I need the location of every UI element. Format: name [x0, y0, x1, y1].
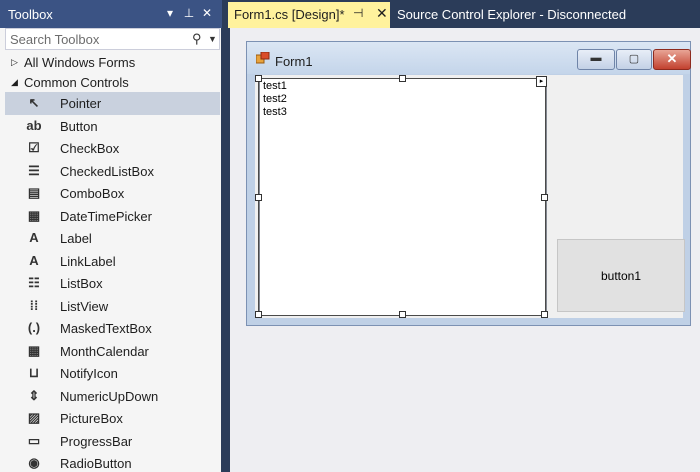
- combobox-icon: ▤: [27, 185, 41, 200]
- close-icon[interactable]: ✕: [199, 5, 215, 22]
- list-item[interactable]: test2: [263, 93, 287, 105]
- toolbox-item-label: MonthCalendar: [60, 343, 149, 359]
- toolbox-item-label: PictureBox: [60, 411, 123, 426]
- designer-surface: Form1 ▬ ▢ ✕ test1 test2 test3 ▸ button1: [230, 28, 700, 472]
- tab-label: Source Control Explorer - Disconnected: [397, 7, 627, 22]
- toolbox-item-label[interactable]: A Label: [0, 227, 222, 250]
- search-input[interactable]: [10, 31, 188, 47]
- category-label: All Windows Forms: [24, 55, 136, 70]
- maximize-button[interactable]: ▢: [616, 49, 652, 70]
- checkbox-icon: ☑: [28, 140, 40, 155]
- toolbox-panel: Toolbox ▾ ⊥ ✕ ⚲ ▼ ▷ All Windows Forms ◢ …: [0, 0, 222, 472]
- month-calendar-icon: ▦: [27, 342, 41, 358]
- toolbox-item-notifyicon[interactable]: ⊔ NotifyIcon: [0, 362, 222, 385]
- listview-icon: ⁞⁞: [29, 297, 39, 313]
- form-app-icon: [256, 52, 270, 64]
- pointer-icon: ↖: [28, 95, 40, 110]
- minimize-icon: ▬: [590, 52, 602, 64]
- toolbox-item-label: NotifyIcon: [60, 366, 118, 381]
- toolbox-title: Toolbox: [8, 7, 53, 22]
- label-icon: A: [29, 230, 39, 245]
- form-title: Form1: [275, 54, 313, 69]
- list-item[interactable]: test3: [263, 106, 287, 118]
- toolbox-item-button[interactable]: ab Button: [0, 115, 222, 138]
- document-tab-bar: Form1.cs [Design]* ⊣ ✕ Source Control Ex…: [222, 0, 700, 28]
- toolbox-item-label: CheckedListBox: [60, 163, 154, 179]
- category-all-windows-forms[interactable]: ▷ All Windows Forms: [0, 53, 222, 73]
- collapse-arrow-icon[interactable]: ◢: [11, 77, 18, 88]
- toolbox-item-pointer[interactable]: ↖ Pointer: [5, 92, 220, 115]
- toolbox-item-listbox[interactable]: ☷ ListBox: [0, 272, 222, 295]
- toolbox-item-datetimepicker[interactable]: ▦ DateTimePicker: [0, 205, 222, 228]
- toolbox-item-numericupdown[interactable]: ⇕ NumericUpDown: [0, 385, 222, 408]
- toolbox-item-listview[interactable]: ⁞⁞ ListView: [0, 295, 222, 318]
- toolbox-item-label: NumericUpDown: [60, 388, 159, 404]
- pin-icon[interactable]: ⊥: [181, 5, 197, 22]
- toolbox-item-label: Label: [60, 231, 92, 246]
- link-label-icon: A: [29, 252, 39, 268]
- radio-icon: ◉: [28, 455, 40, 470]
- toolbox-item-maskedtextbox[interactable]: (.) MaskedTextBox: [0, 317, 222, 340]
- category-label: Common Controls: [24, 75, 129, 90]
- toolbox-item-label: Button: [60, 118, 98, 134]
- dropdown-icon[interactable]: ▾: [162, 5, 178, 22]
- toolbox-item-label: DateTimePicker: [60, 208, 152, 224]
- picture-icon: ▨: [27, 410, 41, 425]
- masked-text-icon: (.): [27, 320, 41, 335]
- tab-form1-design[interactable]: Form1.cs [Design]* ⊣ ✕: [228, 2, 390, 28]
- toolbox-item-label: ListView: [60, 298, 109, 314]
- toolbox-item-combobox[interactable]: ▤ ComboBox: [0, 182, 222, 205]
- form-title-bar[interactable]: Form1 ▬ ▢ ✕: [247, 42, 691, 74]
- calendar-icon: ▦: [27, 207, 41, 223]
- toolbox-item-checkbox[interactable]: ☑ CheckBox: [0, 137, 222, 160]
- toolbox-header: Toolbox ▾ ⊥ ✕: [0, 0, 222, 28]
- listbox1[interactable]: test1 test2 test3: [259, 78, 547, 316]
- chevron-down-icon[interactable]: ▼: [208, 29, 217, 49]
- numeric-updown-icon: ⇕: [28, 387, 40, 403]
- close-button[interactable]: ✕: [653, 49, 691, 70]
- toolbox-item-progressbar[interactable]: ▭ ProgressBar: [0, 430, 222, 453]
- toolbox-item-list: ↖ Pointer ab Button ☑ CheckBox ☰ CheckedListBox…: [0, 92, 222, 472]
- close-icon: ✕: [666, 51, 678, 66]
- minimize-button[interactable]: ▬: [577, 49, 615, 70]
- search-icon[interactable]: ⚲: [192, 29, 202, 49]
- toolbox-item-label: ComboBox: [60, 186, 125, 201]
- toolbox-item-label: Pointer: [60, 96, 102, 111]
- maximize-icon: ▢: [628, 53, 640, 65]
- checked-list-icon: ☰: [28, 162, 40, 178]
- toolbox-item-label: CheckBox: [60, 141, 120, 156]
- toolbox-item-label: ProgressBar: [60, 433, 133, 449]
- toolbox-item-picturebox[interactable]: ▨ PictureBox: [0, 407, 222, 430]
- close-icon[interactable]: ✕: [376, 5, 388, 22]
- expand-arrow-icon[interactable]: ▷: [11, 57, 18, 68]
- listbox-icon: ☷: [28, 275, 40, 290]
- form-client-area: test1 test2 test3 ▸ button1: [255, 75, 685, 318]
- toolbox-item-monthcalendar[interactable]: ▦ MonthCalendar: [0, 340, 222, 363]
- notify-icon: ⊔: [28, 365, 40, 380]
- form1-window[interactable]: Form1 ▬ ▢ ✕ test1 test2 test3 ▸ button1: [246, 41, 691, 326]
- pin-icon[interactable]: ⊣: [353, 6, 363, 20]
- toolbox-item-label: LinkLabel: [60, 253, 116, 269]
- toolbox-search-box: ⚲ ▼: [5, 28, 220, 50]
- toolbox-item-label: MaskedTextBox: [60, 321, 152, 336]
- button1[interactable]: button1: [557, 239, 685, 312]
- button-icon: ab: [26, 117, 42, 133]
- toolbox-item-label: ListBox: [60, 276, 103, 291]
- toolbox-item-radiobutton[interactable]: ◉ RadioButton: [0, 452, 222, 472]
- toolbox-item-label: RadioButton: [60, 456, 132, 471]
- list-item[interactable]: test1: [263, 80, 287, 92]
- toolbox-item-checkedlistbox[interactable]: ☰ CheckedListBox: [0, 160, 222, 183]
- category-common-controls[interactable]: ◢ Common Controls: [0, 73, 222, 93]
- tab-label: Form1.cs [Design]*: [234, 7, 345, 22]
- progress-bar-icon: ▭: [27, 432, 41, 448]
- toolbox-item-linklabel[interactable]: A LinkLabel: [0, 250, 222, 273]
